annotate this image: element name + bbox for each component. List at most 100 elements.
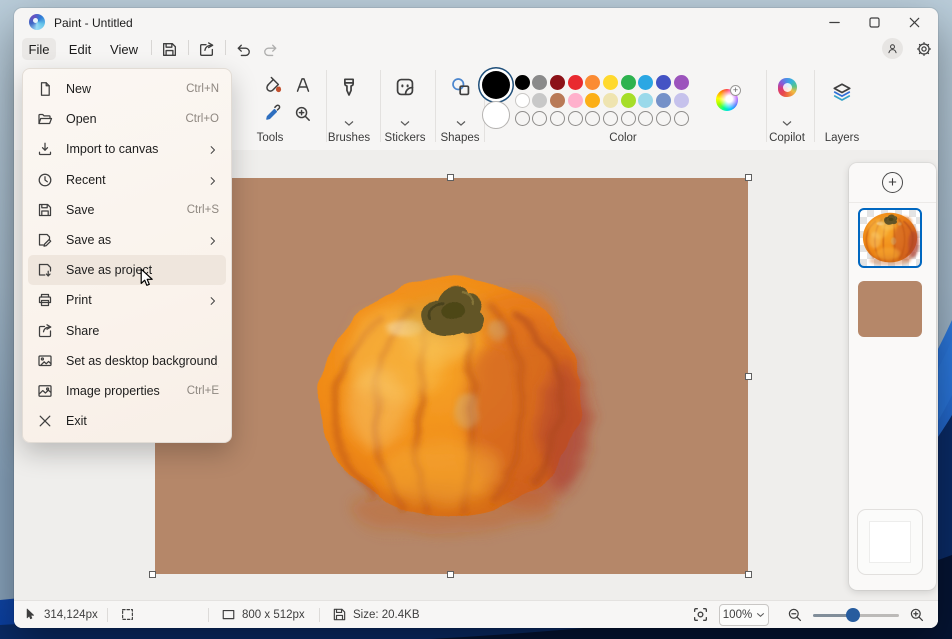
file-menu-item-new[interactable]: NewCtrl+N [28, 74, 226, 104]
palette-swatch[interactable] [515, 93, 530, 108]
resize-handle-bottom-left[interactable] [149, 571, 156, 578]
layers-icon [831, 81, 853, 103]
palette-swatch[interactable] [568, 93, 583, 108]
layers-panel-separator [849, 202, 936, 203]
shapes-icon [450, 76, 472, 98]
redo-button[interactable] [258, 38, 282, 60]
slider-thumb[interactable] [846, 608, 860, 622]
file-menu-item-recent[interactable]: Recent [28, 165, 226, 195]
background-color-selector[interactable] [482, 101, 510, 129]
shapes-label: Shapes [440, 132, 479, 144]
file-menu-item-share[interactable]: Share [28, 316, 226, 346]
resize-handle-top-right[interactable] [745, 174, 752, 181]
save-button[interactable] [157, 38, 181, 60]
file-menu-item-image-properties[interactable]: Image propertiesCtrl+E [28, 376, 226, 406]
file-menu-item-save-as[interactable]: Save as [28, 225, 226, 255]
palette-swatch[interactable] [638, 93, 653, 108]
stickers-dropdown[interactable] [400, 114, 411, 121]
file-menu-item-import-to-canvas[interactable]: Import to canvas [28, 134, 226, 164]
share-button[interactable] [194, 38, 218, 60]
palette-swatch-empty[interactable] [568, 111, 583, 126]
selection-size [108, 607, 208, 622]
drawing-canvas[interactable] [155, 178, 748, 574]
menu-file[interactable]: File [22, 38, 56, 60]
close-button[interactable] [894, 8, 934, 36]
eyedropper-tool[interactable] [264, 104, 283, 123]
background-layer-button[interactable] [857, 509, 923, 575]
palette-swatch[interactable] [656, 75, 671, 90]
zoom-in-button[interactable] [909, 607, 925, 623]
account-button[interactable] [882, 38, 903, 59]
zoom-out-button[interactable] [787, 607, 803, 623]
brushes-dropdown[interactable] [344, 114, 355, 121]
file-menu-item-save[interactable]: SaveCtrl+S [28, 195, 226, 225]
resize-handle-bottom-center[interactable] [447, 571, 454, 578]
palette-swatch-empty[interactable] [656, 111, 671, 126]
palette-swatch[interactable] [550, 75, 565, 90]
palette-swatch[interactable] [585, 75, 600, 90]
menu-view[interactable]: View [104, 38, 144, 60]
file-menu-item-set-as-desktop-background[interactable]: Set as desktop background [28, 346, 226, 376]
palette-swatch[interactable] [532, 93, 547, 108]
palette-swatch-empty[interactable] [621, 111, 636, 126]
palette-swatch-empty[interactable] [532, 111, 547, 126]
palette-swatch-empty[interactable] [674, 111, 689, 126]
layers-button[interactable] [831, 81, 853, 103]
palette-swatch-empty[interactable] [585, 111, 600, 126]
brushes-button[interactable] [338, 76, 360, 98]
palette-swatch[interactable] [638, 75, 653, 90]
add-layer-button[interactable]: + [882, 172, 903, 193]
resize-handle-top-center[interactable] [447, 174, 454, 181]
undo-button[interactable] [231, 38, 255, 60]
zoom-level-dropdown[interactable]: 100% [719, 604, 769, 626]
shapes-dropdown[interactable] [456, 114, 467, 121]
palette-swatch[interactable] [674, 93, 689, 108]
file-menu-item-open[interactable]: OpenCtrl+O [28, 104, 226, 134]
layer-thumbnail-pumpkin[interactable] [858, 208, 922, 268]
file-menu-item-print[interactable]: Print [28, 285, 226, 315]
palette-swatch[interactable] [585, 93, 600, 108]
copilot-dropdown[interactable] [782, 114, 793, 121]
layers-panel: + [849, 163, 936, 590]
layer-thumbnail-background-color[interactable] [858, 281, 922, 337]
resize-handle-bottom-right[interactable] [745, 571, 752, 578]
palette-swatch[interactable] [603, 75, 618, 90]
menu-item-shortcut: Ctrl+N [186, 83, 219, 95]
palette-swatch-empty[interactable] [603, 111, 618, 126]
palette-swatch[interactable] [603, 93, 618, 108]
palette-swatch[interactable] [656, 93, 671, 108]
palette-swatch-empty[interactable] [515, 111, 530, 126]
minimize-button[interactable] [814, 8, 854, 36]
fill-bucket-tool[interactable] [264, 76, 283, 95]
copilot-icon[interactable] [778, 78, 797, 97]
palette-swatch[interactable] [568, 75, 583, 90]
palette-swatch[interactable] [515, 75, 530, 90]
fit-to-screen-button[interactable] [692, 606, 709, 623]
palette-swatch[interactable] [550, 93, 565, 108]
exit-icon [37, 413, 53, 429]
palette-swatch[interactable] [621, 75, 636, 90]
palette-swatch[interactable] [532, 75, 547, 90]
palette-swatch[interactable] [621, 93, 636, 108]
palette-swatch-empty[interactable] [638, 111, 653, 126]
foreground-color-selector[interactable] [482, 71, 510, 99]
settings-button[interactable] [913, 38, 935, 60]
text-tool[interactable] [294, 76, 313, 95]
shapes-button[interactable] [450, 76, 472, 98]
gear-icon [916, 41, 932, 57]
zoom-slider[interactable] [813, 605, 899, 625]
magnifier-tool[interactable] [294, 105, 313, 124]
stickers-button[interactable] [394, 76, 416, 98]
file-menu-item-exit[interactable]: Exit [28, 406, 226, 436]
import-icon [37, 141, 53, 157]
sticker-icon [394, 76, 416, 98]
palette-swatch-empty[interactable] [550, 111, 565, 126]
menu-item-shortcut: Ctrl+E [187, 385, 219, 397]
menu-edit[interactable]: Edit [62, 38, 98, 60]
titlebar[interactable]: Paint - Untitled [14, 8, 938, 36]
resize-handle-right-middle[interactable] [745, 373, 752, 380]
palette-swatch[interactable] [674, 75, 689, 90]
maximize-button[interactable] [854, 8, 894, 36]
chevron-right-icon [207, 294, 219, 306]
file-menu-item-save-as-project[interactable]: Save as project [28, 255, 226, 285]
